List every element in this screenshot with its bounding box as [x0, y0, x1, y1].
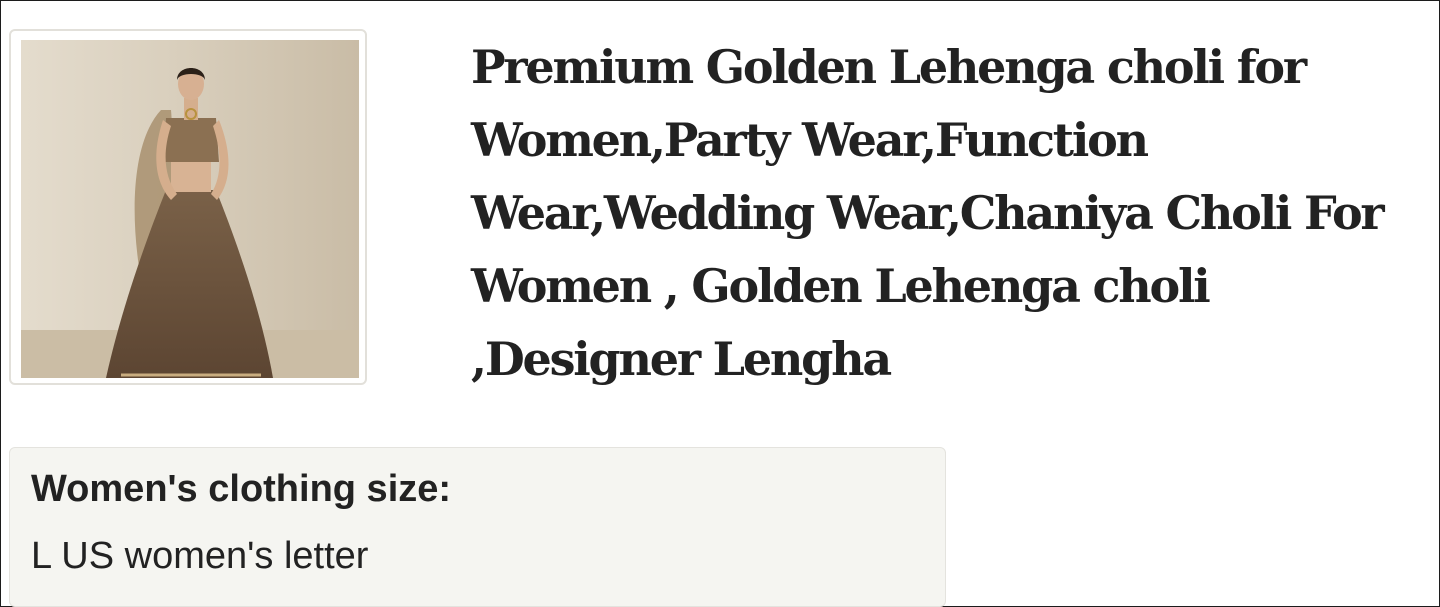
- product-thumbnail[interactable]: [9, 29, 367, 385]
- product-image: [21, 40, 359, 378]
- variation-value: L US women's letter: [31, 535, 369, 577]
- product-title[interactable]: Premium Golden Lehenga choli for Women,P…: [471, 31, 1421, 396]
- variation-label: Women's clothing size:: [31, 468, 452, 510]
- order-item-card: Premium Golden Lehenga choli for Women,P…: [0, 0, 1440, 607]
- variation-box: Women's clothing size: L US women's lett…: [9, 447, 946, 607]
